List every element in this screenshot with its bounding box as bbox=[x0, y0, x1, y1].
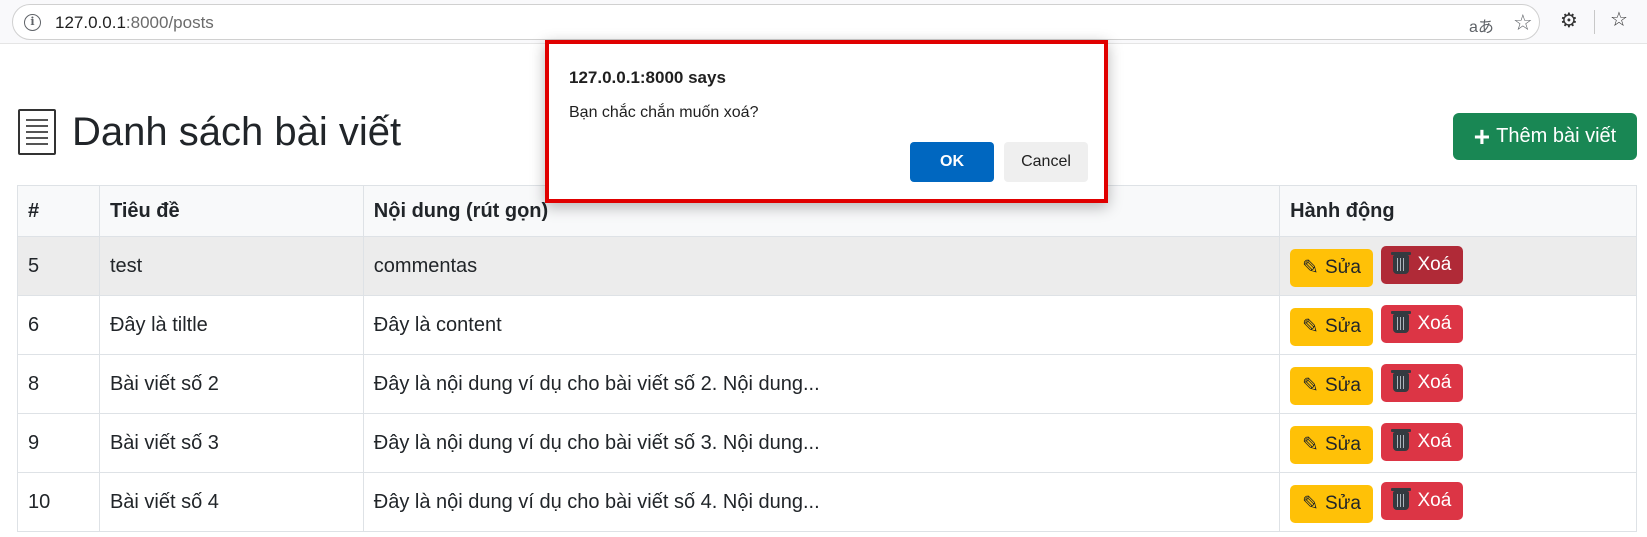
cell-content: Đây là content bbox=[362, 295, 1281, 355]
edit-label: Sửa bbox=[1324, 256, 1361, 278]
cell-title: Bài viết số 3 bbox=[98, 413, 364, 473]
cell-id: 8 bbox=[17, 354, 100, 414]
plus-icon: + bbox=[1473, 120, 1491, 152]
toolbar-divider bbox=[1594, 10, 1595, 34]
cell-id: 6 bbox=[17, 295, 100, 355]
edit-button[interactable]: ✎ Sửa bbox=[1290, 307, 1373, 346]
table-row: 10 Bài viết số 4 Đây là nội dung ví dụ c… bbox=[17, 472, 1637, 532]
cell-actions: ✎ Sửa Xoá bbox=[1279, 354, 1637, 414]
pencil-icon: ✎ bbox=[1302, 375, 1319, 397]
edit-label: Sửa bbox=[1324, 492, 1361, 514]
cell-actions: ✎ Sửa Xoá bbox=[1279, 236, 1637, 296]
url-text[interactable]: 127.0.0.1:8000/posts bbox=[55, 13, 214, 33]
trash-icon bbox=[1391, 370, 1412, 392]
extensions-icon[interactable]: ⚙ bbox=[1560, 8, 1578, 33]
delete-button[interactable]: Xoá bbox=[1381, 422, 1464, 461]
cell-actions: ✎ Sửa Xoá bbox=[1279, 413, 1637, 473]
document-icon bbox=[18, 109, 56, 155]
cell-content: Đây là nội dung ví dụ cho bài viết số 4.… bbox=[362, 472, 1281, 532]
trash-icon bbox=[1391, 488, 1412, 510]
pencil-icon: ✎ bbox=[1302, 316, 1319, 338]
pencil-icon: ✎ bbox=[1302, 257, 1319, 279]
delete-label: Xoá bbox=[1417, 489, 1452, 511]
add-post-button[interactable]: + Thêm bài viết bbox=[1453, 113, 1637, 160]
page-title: Danh sách bài viết bbox=[18, 104, 401, 160]
edit-label: Sửa bbox=[1324, 433, 1361, 455]
delete-label: Xoá bbox=[1417, 312, 1452, 334]
trash-icon bbox=[1391, 429, 1412, 451]
trash-icon bbox=[1391, 252, 1412, 274]
delete-button[interactable]: Xoá bbox=[1381, 481, 1464, 520]
cell-id: 9 bbox=[17, 413, 100, 473]
cell-id: 10 bbox=[17, 472, 100, 532]
dialog-cancel-button[interactable]: Cancel bbox=[1004, 142, 1088, 182]
favorites-icon[interactable]: ☆ bbox=[1610, 7, 1628, 32]
delete-label: Xoá bbox=[1417, 430, 1452, 452]
dialog-title: 127.0.0.1:8000 says bbox=[569, 68, 726, 87]
cell-title: Bài viết số 2 bbox=[98, 354, 364, 414]
table-row: 5 test commentas ✎ Sửa Xoá bbox=[17, 236, 1637, 296]
dialog-message: Bạn chắc chắn muốn xoá? bbox=[569, 104, 759, 121]
page-title-text: Danh sách bài viết bbox=[72, 109, 402, 154]
translate-icon[interactable]: aあ bbox=[1469, 13, 1494, 37]
delete-button[interactable]: Xoá bbox=[1381, 304, 1464, 343]
cell-content: Đây là nội dung ví dụ cho bài viết số 2.… bbox=[362, 354, 1281, 414]
cell-title: Đây là tiltle bbox=[98, 295, 364, 355]
delete-button[interactable]: Xoá bbox=[1381, 245, 1464, 284]
cell-title: Bài viết số 4 bbox=[98, 472, 364, 532]
url-path: :8000/posts bbox=[125, 13, 214, 32]
add-post-label: Thêm bài viết bbox=[1496, 125, 1617, 147]
table-row: 6 Đây là tiltle Đây là content ✎ Sửa Xoá bbox=[17, 295, 1637, 355]
dialog-ok-button[interactable]: OK bbox=[910, 142, 994, 182]
edit-button[interactable]: ✎ Sửa bbox=[1290, 425, 1373, 464]
cell-actions: ✎ Sửa Xoá bbox=[1279, 472, 1637, 532]
edit-button[interactable]: ✎ Sửa bbox=[1290, 366, 1373, 405]
edit-button[interactable]: ✎ Sửa bbox=[1290, 248, 1373, 287]
cell-content: Đây là nội dung ví dụ cho bài viết số 3.… bbox=[362, 413, 1281, 473]
pencil-icon: ✎ bbox=[1302, 493, 1319, 515]
browser-toolbar: i 127.0.0.1:8000/posts aあ ☆ ⚙ ☆ bbox=[0, 0, 1647, 44]
address-bar[interactable]: i 127.0.0.1:8000/posts aあ ☆ bbox=[12, 4, 1540, 40]
header-title: Tiêu đề bbox=[98, 185, 364, 237]
delete-label: Xoá bbox=[1417, 253, 1452, 275]
table-row: 9 Bài viết số 3 Đây là nội dung ví dụ ch… bbox=[17, 413, 1637, 473]
star-icon[interactable]: ☆ bbox=[1513, 10, 1533, 36]
delete-button[interactable]: Xoá bbox=[1381, 363, 1464, 402]
trash-icon bbox=[1391, 311, 1412, 333]
delete-label: Xoá bbox=[1417, 371, 1452, 393]
confirm-dialog: 127.0.0.1:8000 says Bạn chắc chắn muốn x… bbox=[545, 40, 1108, 203]
cell-id: 5 bbox=[17, 236, 100, 296]
cell-title: test bbox=[98, 236, 364, 296]
info-icon[interactable]: i bbox=[24, 14, 41, 31]
pencil-icon: ✎ bbox=[1302, 434, 1319, 456]
header-id: # bbox=[17, 185, 100, 237]
edit-label: Sửa bbox=[1324, 374, 1361, 396]
cell-content: commentas bbox=[362, 236, 1281, 296]
edit-label: Sửa bbox=[1324, 315, 1361, 337]
url-host: 127.0.0.1 bbox=[55, 13, 126, 32]
posts-table: # Tiêu đề Nội dung (rút gọn) Hành động 5… bbox=[17, 185, 1637, 532]
table-row: 8 Bài viết số 2 Đây là nội dung ví dụ ch… bbox=[17, 354, 1637, 414]
cell-actions: ✎ Sửa Xoá bbox=[1279, 295, 1637, 355]
edit-button[interactable]: ✎ Sửa bbox=[1290, 484, 1373, 523]
header-actions: Hành động bbox=[1279, 185, 1637, 237]
